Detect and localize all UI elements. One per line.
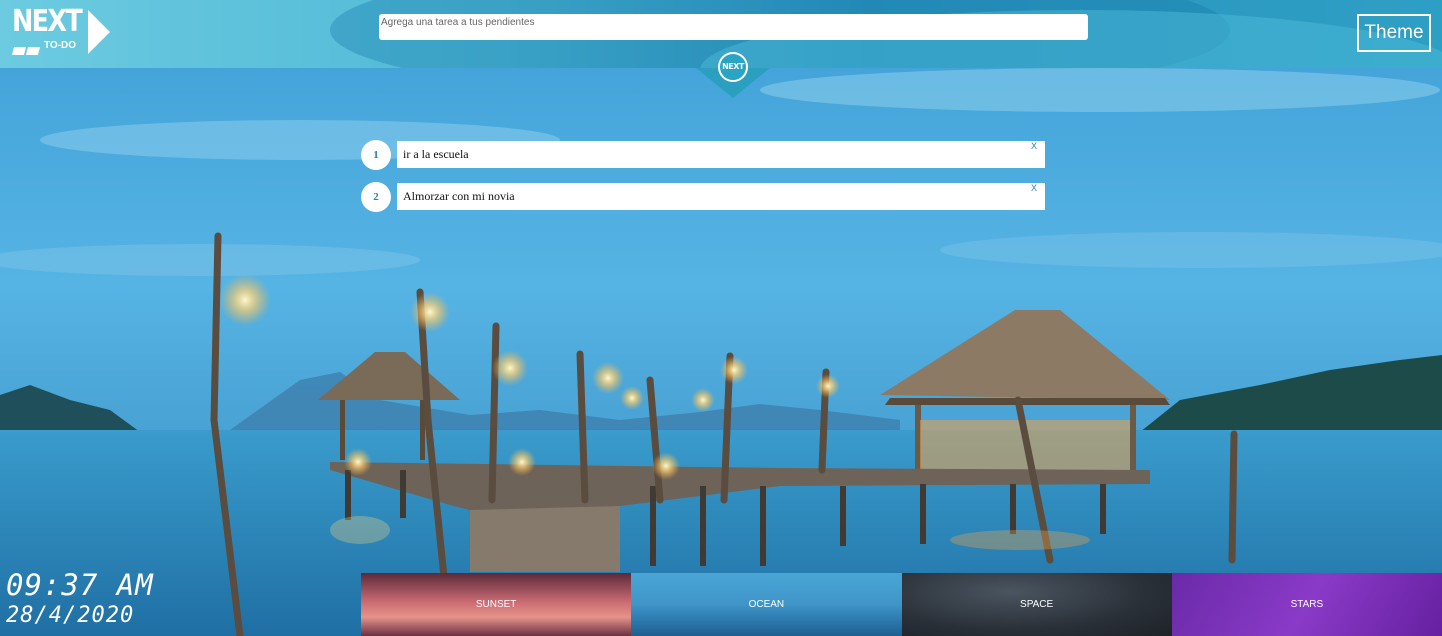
logo-arrow-icon [88,10,110,54]
clock: 09:37 AM 28/4/2020 [6,568,154,630]
logo-subtext: TO-DO [44,40,77,51]
logo-text: NEXT [12,4,83,39]
clock-date: 28/4/2020 [6,603,135,628]
theme-label: OCEAN [748,599,785,610]
todo-item: 1 ir a la escuela X [361,140,1051,182]
theme-button[interactable]: Theme [1357,14,1431,52]
todo-item: 2 Almorzar con mi novia X [361,182,1051,224]
todo-text[interactable]: ir a la escuela [397,141,1045,168]
todo-number: 1 [361,140,391,170]
theme-option-ocean[interactable]: OCEAN [631,573,902,636]
logo-bars [11,42,41,60]
theme-option-sunset[interactable]: SUNSET [361,573,632,636]
task-input[interactable] [379,14,1088,40]
app-logo: NEXT TO-DO [10,4,114,60]
theme-label: STARS [1290,599,1324,610]
clock-time: 09:37 AM [6,568,154,602]
theme-label: SPACE [1020,599,1054,610]
delete-todo-button[interactable]: X [1031,182,1043,194]
delete-todo-button[interactable]: X [1031,140,1043,152]
next-badge[interactable]: NEXT [718,52,748,82]
theme-selector: SUNSET OCEAN SPACE STARS [361,573,1442,636]
todo-number: 2 [361,182,391,212]
todo-text[interactable]: Almorzar con mi novia [397,183,1045,210]
theme-label: SUNSET [475,599,517,610]
theme-option-space[interactable]: SPACE [901,573,1172,636]
todo-list: 1 ir a la escuela X 2 Almorzar con mi no… [361,140,1051,224]
theme-option-stars[interactable]: STARS [1171,573,1442,636]
